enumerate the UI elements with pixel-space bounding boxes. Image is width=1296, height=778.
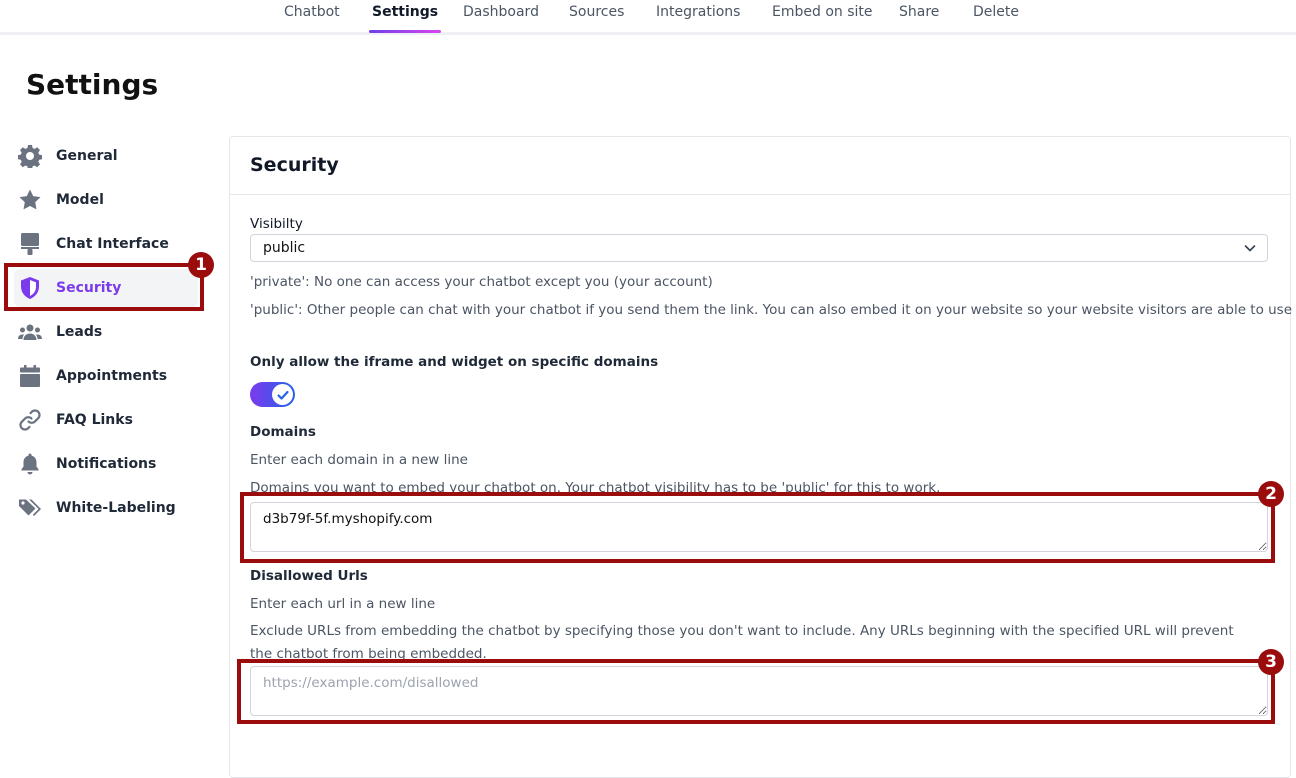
sidebar-item-white-labeling[interactable]: White-Labeling: [14, 489, 198, 527]
tab-delete[interactable]: Delete: [973, 4, 1019, 30]
link-icon: [18, 408, 42, 432]
sidebar-item-faq-links[interactable]: FAQ Links: [14, 401, 198, 439]
domains-help-1: Enter each domain in a new line: [250, 452, 468, 468]
domains-help-2: Domains you want to embed your chatbot o…: [250, 480, 941, 496]
visibility-help-public: 'public': Other people can chat with you…: [250, 302, 1296, 318]
tab-chatbot[interactable]: Chatbot: [284, 4, 340, 30]
tab-embed-on-site[interactable]: Embed on site: [772, 4, 873, 30]
panel-title: Security: [250, 154, 339, 176]
sidebar-item-label: General: [56, 148, 118, 164]
tab-integrations[interactable]: Integrations: [656, 4, 740, 30]
security-panel: Security Visibilty public 'private': No …: [229, 136, 1296, 778]
check-icon: [272, 384, 293, 405]
domain-restrict-label: Only allow the iframe and widget on spec…: [250, 354, 659, 370]
disallowed-help-1: Enter each url in a new line: [250, 596, 436, 612]
sidebar-item-label: Model: [56, 192, 104, 208]
sidebar-item-appointments[interactable]: Appointments: [14, 357, 198, 395]
star-icon: [18, 188, 42, 212]
sidebar-item-label: Notifications: [56, 456, 157, 472]
paint-brush-icon: [18, 232, 42, 256]
sidebar-item-leads[interactable]: Leads: [14, 313, 198, 351]
calendar-icon: [18, 364, 42, 388]
sidebar-item-label: White-Labeling: [56, 500, 176, 516]
visibility-label: Visibilty: [250, 216, 303, 232]
tab-settings[interactable]: Settings: [368, 4, 442, 33]
disallowed-urls-label: Disallowed Urls: [250, 568, 368, 584]
domains-field[interactable]: [250, 502, 1268, 552]
tab-sources[interactable]: Sources: [569, 4, 624, 30]
visibility-help-private: 'private': No one can access your chatbo…: [250, 274, 713, 290]
disallowed-help-2: Exclude URLs from embedding the chatbot …: [250, 623, 1234, 662]
disallowed-urls-field[interactable]: [250, 666, 1268, 716]
chevron-down-icon: [1243, 241, 1257, 259]
tab-dashboard[interactable]: Dashboard: [463, 4, 539, 30]
sidebar-item-label: FAQ Links: [56, 412, 133, 428]
annotation-badge-3: 3: [1258, 649, 1284, 675]
sidebar-item-label: Chat Interface: [56, 236, 169, 252]
domain-restrict-toggle[interactable]: [250, 382, 295, 407]
sidebar-item-security[interactable]: Security: [14, 269, 198, 307]
sidebar-item-label: Security: [56, 280, 122, 296]
tab-share[interactable]: Share: [899, 4, 939, 30]
annotation-badge-2: 2: [1258, 481, 1284, 507]
sidebar-item-model[interactable]: Model: [14, 181, 198, 219]
annotation-badge-1: 1: [188, 252, 214, 278]
panel-header: Security: [230, 137, 1290, 195]
bell-icon: [18, 452, 42, 476]
sidebar-item-chat-interface[interactable]: Chat Interface: [14, 225, 198, 263]
sidebar-item-label: Appointments: [56, 368, 168, 384]
sidebar-item-notifications[interactable]: Notifications: [14, 445, 198, 483]
sidebar-item-label: Leads: [56, 324, 103, 340]
gear-icon: [18, 144, 42, 168]
sidebar-item-general[interactable]: General: [14, 137, 198, 175]
users-icon: [18, 320, 42, 344]
page-title: Settings: [26, 68, 159, 101]
visibility-value: public: [263, 240, 306, 256]
visibility-select[interactable]: public: [250, 234, 1268, 262]
tags-icon: [18, 496, 42, 520]
domains-label: Domains: [250, 424, 316, 440]
top-nav: Chatbot Settings Dashboard Sources Integ…: [0, 0, 1296, 35]
shield-icon: [18, 276, 42, 300]
